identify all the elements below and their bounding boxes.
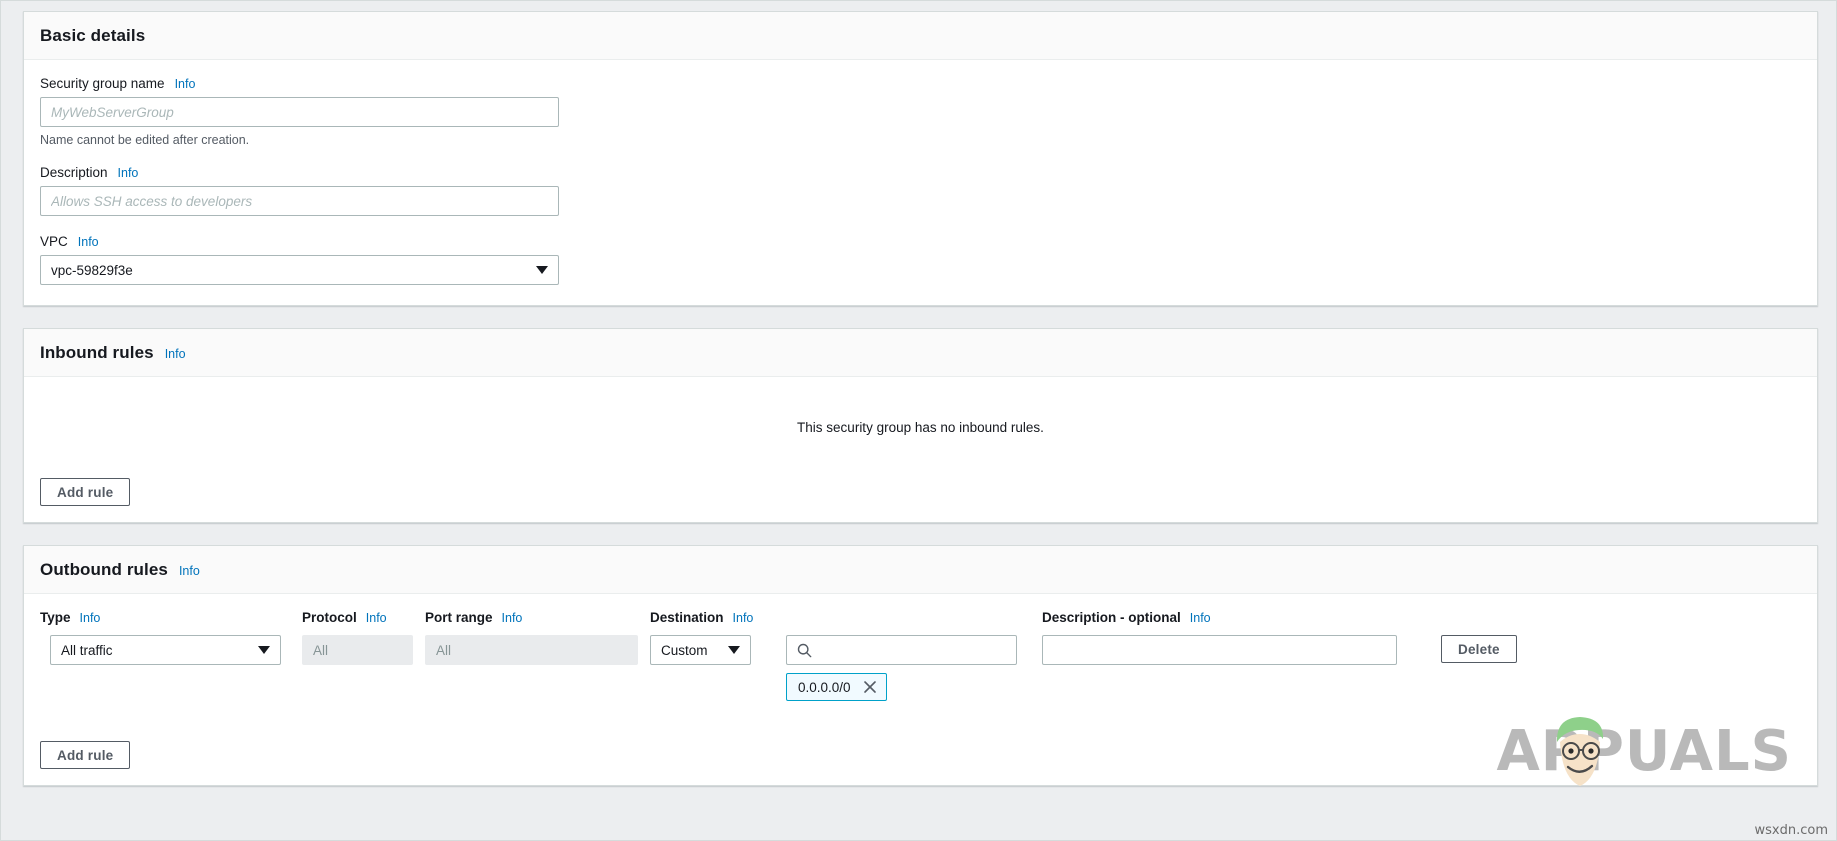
port-range-input-disabled: All [425, 635, 638, 665]
description-label-row: Description Info [40, 165, 1801, 180]
info-link-vpc[interactable]: Info [78, 235, 99, 249]
destination-token[interactable]: 0.0.0.0/0 [786, 673, 887, 701]
vpc-field: VPC Info vpc-59829f3e [40, 234, 1801, 285]
outbound-rules-panel: Outbound rules Info Type Info Protocol I… [23, 545, 1818, 786]
chevron-down-icon [258, 646, 270, 654]
security-group-name-label-row: Security group name Info [40, 76, 1801, 91]
security-group-name-label: Security group name [40, 76, 165, 91]
column-header-port-range: Port range Info [425, 610, 638, 625]
column-header-actions [1441, 610, 1801, 628]
basic-details-header: Basic details [24, 12, 1817, 60]
add-outbound-rule-button[interactable]: Add rule [40, 741, 130, 769]
column-header-port-range-label: Port range [425, 610, 493, 625]
vpc-label: VPC [40, 234, 68, 249]
table-row-destination-search-cell: 0.0.0.0/0 [786, 635, 1030, 701]
column-header-type-label: Type [40, 610, 71, 625]
page-title: Basic details [40, 26, 145, 46]
security-group-name-hint: Name cannot be edited after creation. [40, 133, 1801, 147]
outbound-rules-table: Type Info Protocol Info Port range Info … [40, 610, 1801, 701]
table-row-actions-cell: Delete [1441, 635, 1801, 665]
type-select-value: All traffic [61, 643, 250, 658]
outbound-rules-title: Outbound rules [40, 560, 168, 580]
inbound-rules-empty-message: This security group has no inbound rules… [40, 393, 1801, 435]
page-background: Basic details Security group name Info N… [0, 0, 1837, 841]
table-row-type-cell: All traffic [40, 635, 290, 665]
destination-search-input[interactable] [812, 643, 1006, 658]
column-header-destination-search [786, 610, 1030, 628]
table-row-destination-type-cell: Custom [650, 635, 774, 665]
security-group-name-input[interactable] [40, 97, 559, 127]
info-link-destination[interactable]: Info [733, 611, 754, 625]
info-link-inbound-rules[interactable]: Info [165, 347, 186, 361]
destination-token-label: 0.0.0.0/0 [798, 680, 851, 695]
inbound-rules-panel: Inbound rules Info This security group h… [23, 328, 1818, 523]
info-link-type[interactable]: Info [80, 611, 101, 625]
column-header-description: Description - optional Info [1042, 610, 1429, 625]
info-link-description[interactable]: Info [118, 166, 139, 180]
column-header-destination-label: Destination [650, 610, 724, 625]
vpc-label-row: VPC Info [40, 234, 1801, 249]
site-credit: wsxdn.com [1755, 823, 1829, 838]
column-header-protocol-label: Protocol [302, 610, 357, 625]
protocol-input-disabled: All [302, 635, 413, 665]
close-icon[interactable] [863, 680, 877, 694]
type-select[interactable]: All traffic [50, 635, 281, 665]
table-row-description-cell [1042, 635, 1429, 665]
inbound-rules-body: This security group has no inbound rules… [24, 377, 1817, 522]
destination-type-select[interactable]: Custom [650, 635, 751, 665]
description-field: Description Info [40, 165, 1801, 216]
security-group-name-field: Security group name Info Name cannot be … [40, 76, 1801, 147]
basic-details-body: Security group name Info Name cannot be … [24, 60, 1817, 305]
description-label: Description [40, 165, 108, 180]
inbound-rules-title: Inbound rules [40, 343, 154, 363]
vpc-select[interactable]: vpc-59829f3e [40, 255, 559, 285]
column-header-type: Type Info [40, 610, 290, 625]
column-header-destination: Destination Info [650, 610, 774, 625]
info-link-port-range[interactable]: Info [502, 611, 523, 625]
table-row-protocol-cell: All [302, 635, 413, 665]
add-inbound-rule-button[interactable]: Add rule [40, 478, 130, 506]
info-link-security-group-name[interactable]: Info [175, 77, 196, 91]
delete-rule-button[interactable]: Delete [1441, 635, 1517, 663]
destination-type-select-value: Custom [661, 643, 720, 658]
table-row-port-range-cell: All [425, 635, 638, 665]
inbound-rules-header: Inbound rules Info [24, 329, 1817, 377]
rule-description-input[interactable] [1042, 635, 1397, 665]
destination-search-box[interactable] [786, 635, 1017, 665]
info-link-description-optional[interactable]: Info [1190, 611, 1211, 625]
search-icon [797, 643, 812, 658]
vpc-select-value: vpc-59829f3e [51, 263, 528, 278]
info-link-outbound-rules[interactable]: Info [179, 564, 200, 578]
panels-container: Basic details Security group name Info N… [23, 11, 1818, 808]
column-header-description-label: Description - optional [1042, 610, 1181, 625]
basic-details-panel: Basic details Security group name Info N… [23, 11, 1818, 306]
column-header-protocol: Protocol Info [302, 610, 413, 625]
outbound-rules-header: Outbound rules Info [24, 546, 1817, 594]
chevron-down-icon [536, 266, 548, 274]
vpc-select-wrap: vpc-59829f3e [40, 255, 559, 285]
description-input[interactable] [40, 186, 559, 216]
info-link-protocol[interactable]: Info [366, 611, 387, 625]
chevron-down-icon [728, 646, 740, 654]
outbound-rules-body: Type Info Protocol Info Port range Info … [24, 594, 1817, 785]
